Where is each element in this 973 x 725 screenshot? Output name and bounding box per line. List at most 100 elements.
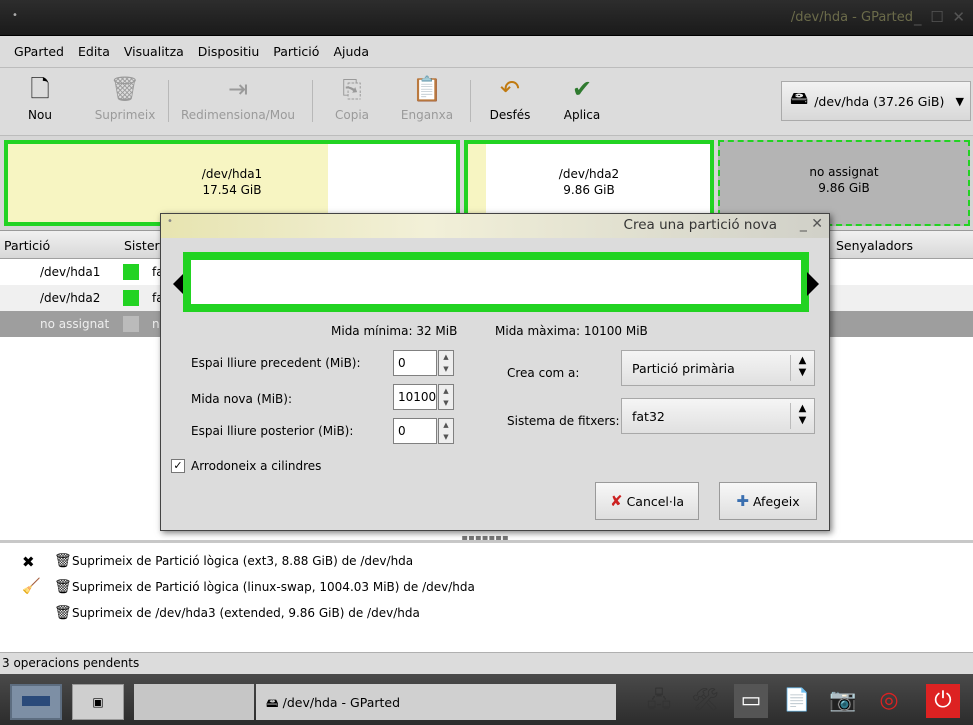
select-arrows-icon: ▲ ▼ xyxy=(790,403,814,429)
taskbar-window-button[interactable]: 🖴 /dev/hda - GParted xyxy=(256,684,616,720)
create-as-select[interactable]: Partició primària ▲ ▼ xyxy=(621,350,815,386)
partition-size-graph[interactable] xyxy=(183,252,809,312)
trash-icon: 🗑 xyxy=(54,605,72,621)
dialog-titlebar: • Crea una partició nova _ ✕ xyxy=(161,214,829,238)
filesystem-select[interactable]: fat32 ▲ ▼ xyxy=(621,398,815,434)
screenshot-icon[interactable]: 📷 xyxy=(826,684,860,718)
taskbar-spacer xyxy=(134,684,254,720)
partition-name: /dev/hda2 xyxy=(558,167,620,181)
partition-name: no assignat xyxy=(809,165,879,179)
toolbar: 🗋 Nou 🗑 Suprimeix ⇥ Redimensiona/Mou ⎘ C… xyxy=(0,68,973,136)
notepad-icon[interactable]: 📄 xyxy=(780,684,814,718)
column-sistema[interactable]: Sister xyxy=(124,238,160,253)
cancel-button[interactable]: ✘ Cancel·la xyxy=(595,482,699,520)
add-button[interactable]: ✚ Afegeix xyxy=(719,482,817,520)
partition-size: 17.54 GiB xyxy=(202,183,262,197)
operation-text: Suprimeix de Partició lògica (linux-swap… xyxy=(72,580,475,594)
create-as-value: Partició primària xyxy=(632,361,735,376)
round-cylinders-label: Arrodoneix a cilindres xyxy=(191,459,322,473)
window-menu-icon[interactable]: • xyxy=(12,10,18,21)
round-cylinders-checkbox[interactable]: ✓ xyxy=(171,459,185,473)
help-lifebuoy-icon[interactable]: ◎ xyxy=(872,684,906,718)
row-partition: /dev/hda2 xyxy=(40,291,101,305)
tools-icon[interactable]: 🛠 xyxy=(688,684,722,718)
create-as-label: Crea com a: xyxy=(507,366,580,380)
operations-panel: ✖ 🧹 🗑Suprimeix de Partició lògica (ext3,… xyxy=(0,540,973,652)
broom-icon[interactable]: 🧹 xyxy=(22,577,41,595)
new-document-icon: 🗋 xyxy=(30,75,50,103)
select-arrows-icon: ▲ ▼ xyxy=(790,355,814,381)
free-before-spinner[interactable]: 0 ▲ ▼ xyxy=(393,350,454,376)
device-label: /dev/hda (37.26 GiB) xyxy=(814,93,945,109)
column-particio[interactable]: Partició xyxy=(4,238,50,253)
fs-color-swatch xyxy=(123,264,139,280)
free-after-value: 0 xyxy=(398,424,406,438)
new-button[interactable]: 🗋 Nou xyxy=(18,74,62,122)
window-controls[interactable]: _ ☐ ✕ xyxy=(914,8,967,26)
trash-icon: 🗑 xyxy=(54,553,72,569)
operation-text: Suprimeix de Partició lògica (ext3, 8.88… xyxy=(72,554,414,568)
resize-move-button[interactable]: ⇥ Redimensiona/Mou xyxy=(176,74,300,122)
filesystem-value: fat32 xyxy=(632,409,665,424)
terminal-icon[interactable]: ▭ xyxy=(734,684,768,718)
partition-size: 9.86 GiB xyxy=(563,183,615,197)
power-icon[interactable]: ⏻ xyxy=(926,684,960,718)
toolbar-separator xyxy=(312,80,313,122)
menu-edita[interactable]: Edita xyxy=(78,44,110,59)
menu-ajuda[interactable]: Ajuda xyxy=(333,44,369,59)
close-icon[interactable]: ✖ xyxy=(22,553,35,571)
free-after-spinner[interactable]: 0 ▲ ▼ xyxy=(393,418,454,444)
resize-right-handle[interactable] xyxy=(807,272,819,296)
spinner-arrows-icon[interactable]: ▲ ▼ xyxy=(438,418,454,444)
copy-icon: ⎘ xyxy=(342,75,362,103)
cancel-x-icon: ✘ xyxy=(609,492,623,510)
paste-icon: 📋 xyxy=(412,75,442,103)
copy-button[interactable]: ⎘ Copia xyxy=(322,74,382,122)
checkmark-icon: ✔ xyxy=(571,75,593,103)
show-desktop-button[interactable]: ▣ xyxy=(72,684,124,720)
paste-label: Enganxa xyxy=(400,108,454,122)
filesystem-label: Sistema de fitxers: xyxy=(507,414,620,428)
taskbar: ▣ 🖴 /dev/hda - GParted 🖧 🛠 ▭ 📄 📷 ◎ ⏻ xyxy=(0,674,973,725)
desktop-icon: ▣ xyxy=(92,695,104,709)
network-icon[interactable]: 🖧 xyxy=(642,684,676,718)
menu-dispositiu[interactable]: Dispositiu xyxy=(198,44,259,59)
add-label: Afegeix xyxy=(752,494,800,509)
new-size-spinner[interactable]: 10100 ▲ ▼ xyxy=(393,384,454,410)
menu-particio[interactable]: Partició xyxy=(273,44,319,59)
apply-label: Aplica xyxy=(563,108,601,122)
resize-label: Redimensiona/Mou xyxy=(180,108,296,122)
undo-label: Desfés xyxy=(489,108,531,122)
delete-button[interactable]: 🗑 Suprimeix xyxy=(90,74,160,122)
dialog-controls[interactable]: _ ✕ xyxy=(800,216,823,232)
device-selector[interactable]: 🖴 /dev/hda (37.26 GiB) ▼ xyxy=(781,81,971,121)
menu-gparted[interactable]: GParted xyxy=(14,44,64,59)
undo-icon: ↶ xyxy=(499,75,521,103)
status-bar: 3 operacions pendents xyxy=(0,652,973,674)
window-titlebar: • /dev/hda - GParted _ ☐ ✕ xyxy=(0,0,973,36)
operation-text: Suprimeix de /dev/hda3 (extended, 9.86 G… xyxy=(72,606,420,620)
list-item: 🗑Suprimeix de /dev/hda3 (extended, 9.86 … xyxy=(54,605,420,621)
apply-button[interactable]: ✔ Aplica xyxy=(552,74,612,122)
min-size-label: Mida mínima: 32 MiB xyxy=(331,324,458,338)
spinner-arrows-icon[interactable]: ▲ ▼ xyxy=(438,384,454,410)
toolbar-separator xyxy=(470,80,471,122)
fs-color-swatch xyxy=(123,316,139,332)
partition-name: /dev/hda1 xyxy=(201,167,263,181)
create-partition-dialog: • Crea una partició nova _ ✕ Mida mínima… xyxy=(160,213,830,531)
harddisk-icon: 🖴 xyxy=(790,88,809,109)
spinner-arrows-icon[interactable]: ▲ ▼ xyxy=(438,350,454,376)
dialog-menu-icon[interactable]: • xyxy=(167,216,173,227)
undo-button[interactable]: ↶ Desfés xyxy=(482,74,538,122)
list-item: 🗑Suprimeix de Partició lògica (ext3, 8.8… xyxy=(54,553,413,569)
gparted-app-icon: 🖴 xyxy=(266,695,279,710)
paste-button[interactable]: 📋 Enganxa xyxy=(392,74,462,122)
menu-visualitza[interactable]: Visualitza xyxy=(124,44,184,59)
toolbar-separator xyxy=(168,80,169,122)
max-size-label: Mida màxima: 10100 MiB xyxy=(495,324,648,338)
new-size-label: Mida nova (MiB): xyxy=(191,392,293,406)
column-senyaladors[interactable]: Senyaladors xyxy=(836,238,913,253)
workspace-switcher[interactable] xyxy=(10,684,62,720)
free-before-label: Espai lliure precedent (MiB): xyxy=(191,356,361,370)
trash-icon: 🗑 xyxy=(109,75,141,103)
